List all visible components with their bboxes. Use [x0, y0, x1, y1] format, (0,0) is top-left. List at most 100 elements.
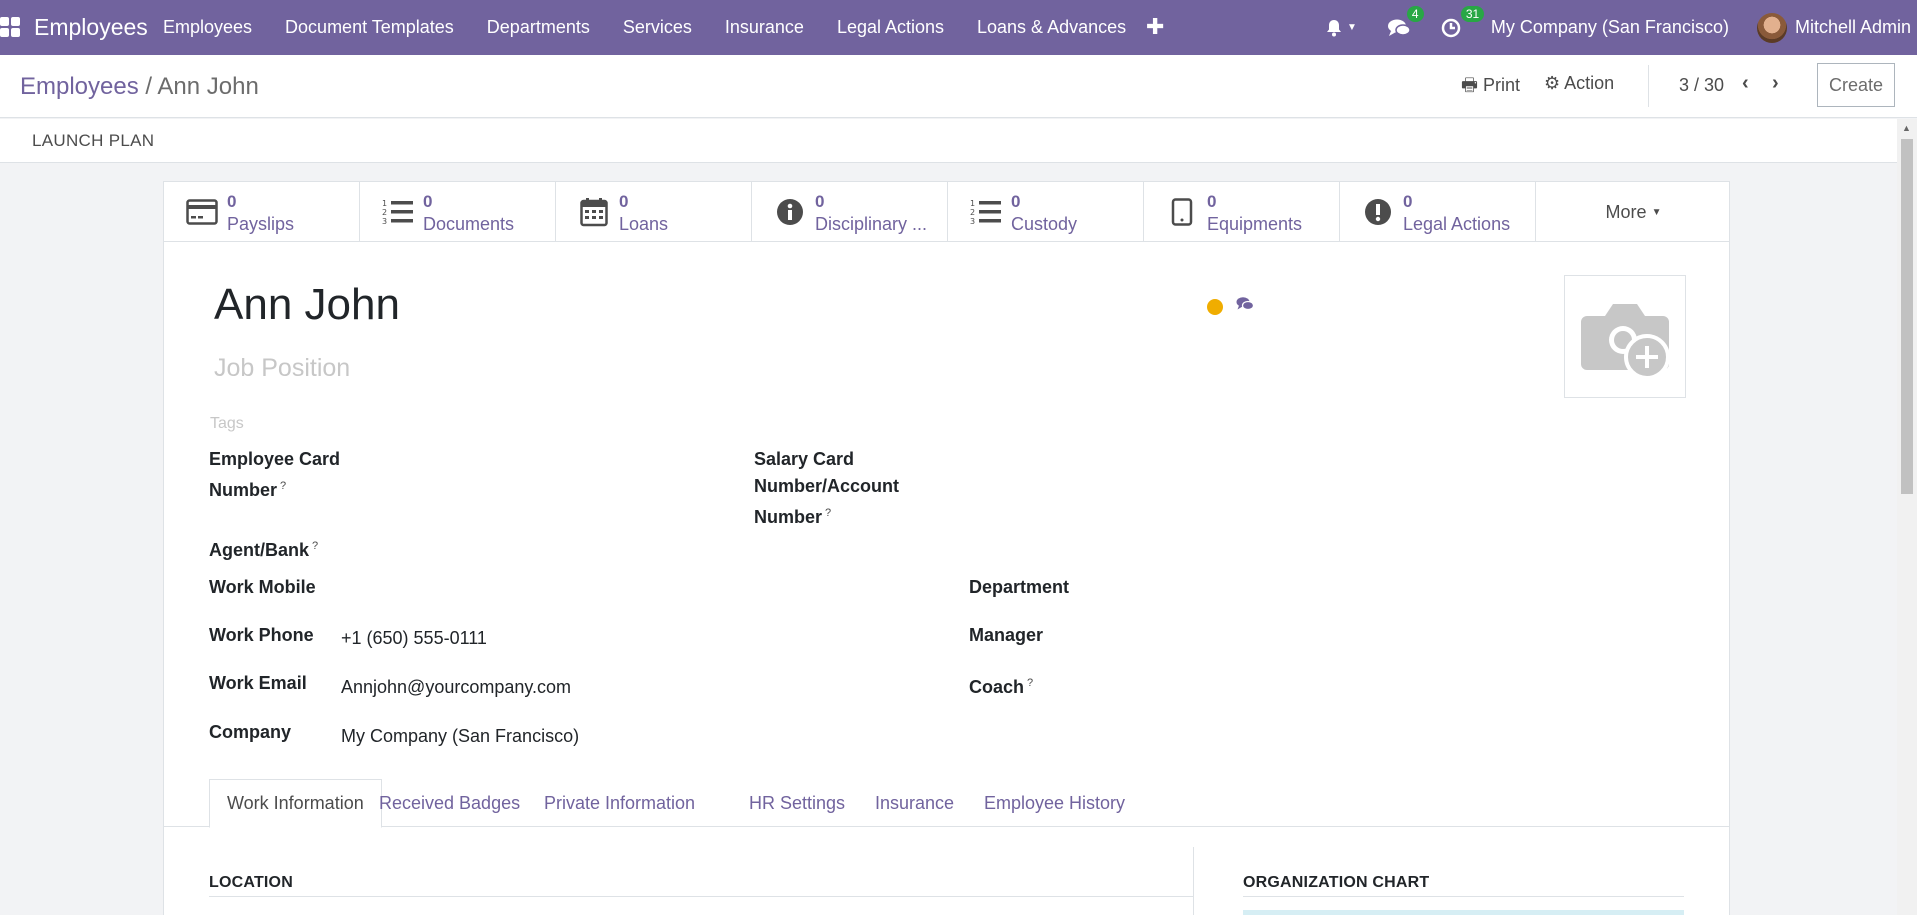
tab-private-information[interactable]: Private Information — [527, 779, 712, 827]
payslips-smart-button[interactable]: 0 Payslips — [164, 182, 360, 242]
tags-input[interactable]: Tags — [210, 415, 244, 433]
employee-photo[interactable] — [1564, 275, 1686, 398]
menu-loans-advances[interactable]: Loans & Advances — [977, 17, 1126, 38]
legal-actions-smart-button[interactable]: 0 Legal Actions — [1340, 182, 1536, 242]
documents-count: 0 — [423, 192, 433, 211]
salary-card-label-line1: Salary Card — [754, 449, 855, 469]
employee-card-label-line1: Employee Card — [209, 449, 341, 469]
list-ol-icon: 123 — [382, 198, 414, 226]
loans-smart-button[interactable]: 0 Loans — [556, 182, 752, 242]
credit-card-icon — [186, 198, 218, 226]
action-button[interactable]: ⚙ Action — [1544, 73, 1614, 94]
svg-text:3: 3 — [382, 217, 387, 226]
documents-label: Documents — [423, 214, 515, 234]
tablet-icon — [1166, 198, 1198, 226]
equipments-count: 0 — [1207, 192, 1217, 211]
navbar-systray: ▼ 4 31 My Company (San Francisco) Mitche… — [1324, 0, 1917, 55]
salary-card-label-line3: Number — [754, 507, 823, 527]
work-email-field[interactable]: Annjohn@yourcompany.com — [341, 677, 571, 698]
print-icon: 🖶 — [1461, 75, 1478, 95]
custody-count: 0 — [1011, 192, 1021, 211]
tab-received-badges[interactable]: Received Badges — [362, 779, 537, 827]
svg-text:2: 2 — [382, 208, 387, 217]
menu-insurance[interactable]: Insurance — [725, 17, 804, 38]
breadcrumb-separator: / — [138, 73, 158, 100]
create-button[interactable]: Create — [1817, 63, 1895, 107]
org-chart-section-title: ORGANIZATION CHART — [1243, 874, 1430, 891]
apps-menu-icon[interactable] — [0, 17, 20, 37]
tab-employee-history[interactable]: Employee History — [967, 779, 1142, 827]
work-phone-field[interactable]: +1 (650) 555-0111 — [341, 628, 487, 649]
salary-card-label-line2: Number/Account — [754, 476, 900, 496]
work-email-label: Work Email — [209, 673, 307, 693]
launch-plan-button[interactable]: LAUNCH PLAN — [32, 131, 154, 151]
agent-bank-label: Agent/Bank? — [209, 533, 318, 564]
menu-employees[interactable]: Employees — [163, 17, 252, 38]
help-tooltip-icon[interactable]: ? — [280, 480, 286, 492]
legal-actions-label: Legal Actions — [1403, 214, 1511, 234]
camera-plus-icon — [1581, 303, 1670, 380]
equipments-label: Equipments — [1207, 214, 1303, 234]
employee-name-field[interactable]: Ann John — [214, 280, 400, 330]
bell-icon[interactable]: ▼ — [1324, 18, 1357, 38]
employee-card-label-line2: Number — [209, 480, 278, 500]
pager-previous-icon[interactable]: ‹ — [1742, 72, 1749, 95]
user-menu[interactable]: Mitchell Admin — [1795, 17, 1911, 38]
employee-card-number-label: Employee Card Number? — [209, 446, 340, 504]
tab-insurance[interactable]: Insurance — [858, 779, 971, 827]
menu-document-templates[interactable]: Document Templates — [285, 17, 454, 38]
activities-badge: 31 — [1460, 5, 1485, 22]
scroll-thumb[interactable] — [1901, 139, 1913, 494]
tab-work-information[interactable]: Work Information — [209, 779, 382, 828]
work-mobile-label: Work Mobile — [209, 577, 316, 597]
breadcrumb-current: Ann John — [157, 73, 259, 100]
menu-departments[interactable]: Departments — [487, 17, 590, 38]
svg-text:1: 1 — [970, 199, 975, 208]
messages-badge: 4 — [1406, 5, 1424, 22]
coach-label: Coach? — [969, 670, 1033, 701]
documents-smart-button[interactable]: 123 0 Documents — [360, 182, 556, 242]
messages-icon[interactable]: 4 — [1387, 5, 1424, 38]
pager-value[interactable]: 3 / 30 — [1679, 75, 1724, 96]
coach-label-text: Coach — [969, 677, 1025, 697]
svg-text:3: 3 — [970, 217, 975, 226]
breadcrumb-employees[interactable]: Employees — [20, 73, 139, 100]
action-label: Action — [1564, 73, 1615, 93]
payslips-count: 0 — [227, 192, 237, 211]
tab-hr-settings[interactable]: HR Settings — [732, 779, 862, 827]
scroll-up-icon[interactable]: ▲ — [1902, 123, 1911, 133]
payslips-label: Payslips — [227, 214, 295, 234]
equipments-smart-button[interactable]: 0 Equipments — [1144, 182, 1340, 242]
menu-services[interactable]: Services — [623, 17, 692, 38]
calendar-icon — [578, 198, 610, 227]
pager-next-icon[interactable]: › — [1772, 72, 1779, 95]
help-tooltip-icon[interactable]: ? — [312, 540, 318, 552]
company-switcher[interactable]: My Company (San Francisco) — [1491, 17, 1729, 38]
chat-icon[interactable] — [1236, 296, 1255, 317]
more-smart-buttons[interactable]: More ▼ — [1536, 182, 1729, 242]
job-position-input[interactable]: Job Position — [214, 354, 350, 383]
loans-label: Loans — [619, 214, 669, 234]
org-chart-separator — [1243, 896, 1684, 897]
disciplinary-smart-button[interactable]: 0 Disciplinary ... — [752, 182, 948, 242]
legal-actions-count: 0 — [1403, 192, 1413, 211]
help-tooltip-icon[interactable]: ? — [825, 507, 831, 519]
location-separator — [209, 896, 1193, 897]
smart-button-box: 0 Payslips 123 0 Documents 0 Loans 0 Dis… — [164, 182, 1729, 242]
disciplinary-label: Disciplinary ... — [815, 214, 928, 234]
custody-smart-button[interactable]: 123 0 Custody — [948, 182, 1144, 242]
help-tooltip-icon[interactable]: ? — [1027, 677, 1033, 689]
user-avatar[interactable] — [1756, 12, 1787, 43]
print-button[interactable]: 🖶 Print — [1461, 73, 1520, 103]
info-circle-icon — [774, 198, 806, 226]
more-label: More — [1605, 201, 1647, 222]
app-brand[interactable]: Employees — [34, 14, 148, 41]
plus-icon[interactable]: ✚ — [1146, 14, 1164, 40]
agent-bank-label-text: Agent/Bank — [209, 540, 310, 560]
column-divider — [1193, 847, 1194, 915]
salary-card-number-label: Salary Card Number/Account Number? — [754, 446, 899, 531]
page-scrollbar[interactable]: ▲ — [1897, 119, 1917, 915]
menu-legal-actions[interactable]: Legal Actions — [837, 17, 944, 38]
activity-clock-icon[interactable]: 31 — [1441, 5, 1485, 38]
company-field[interactable]: My Company (San Francisco) — [341, 726, 579, 747]
